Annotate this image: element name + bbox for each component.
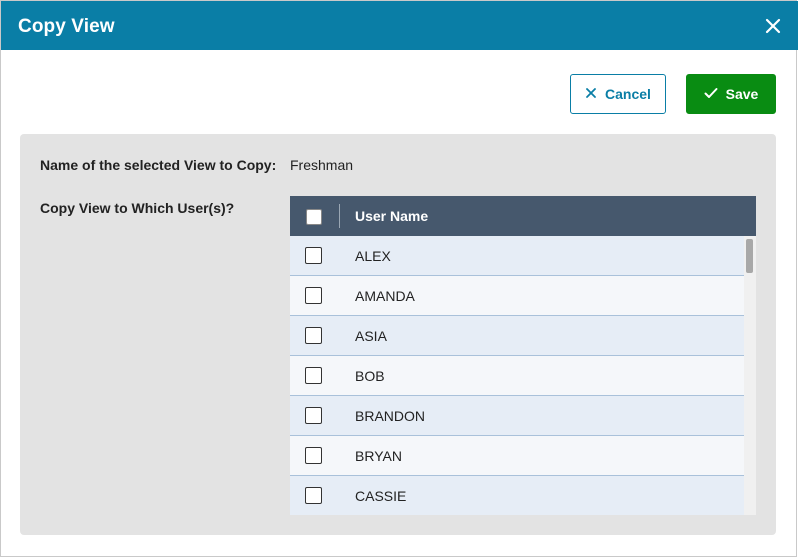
row-checkbox[interactable] [305, 367, 322, 384]
form-panel: Name of the selected View to Copy: Fresh… [20, 134, 776, 535]
select-all-checkbox[interactable] [306, 209, 322, 225]
copy-view-dialog: Copy View Cancel Save Name of the select… [0, 0, 798, 557]
table-row[interactable]: CASSIE [290, 476, 744, 515]
scrollbar-thumb[interactable] [746, 239, 753, 273]
x-icon [585, 86, 605, 102]
dialog-header: Copy View [1, 1, 798, 50]
dialog-title: Copy View [18, 16, 115, 37]
save-button[interactable]: Save [686, 74, 776, 114]
row-checkbox[interactable] [305, 487, 322, 504]
user-name-cell: ALEX [355, 248, 391, 264]
copy-to-users-label: Copy View to Which User(s)? [40, 200, 235, 216]
user-name-cell: BRYAN [355, 448, 402, 464]
table-row[interactable]: ASIA [290, 316, 744, 356]
grid-scrollbar[interactable] [744, 236, 756, 515]
table-row[interactable]: BRANDON [290, 396, 744, 436]
row-checkbox[interactable] [305, 447, 322, 464]
cancel-button[interactable]: Cancel [570, 74, 666, 114]
selected-view-label: Name of the selected View to Copy: [40, 157, 277, 173]
row-checkbox[interactable] [305, 327, 322, 344]
row-checkbox[interactable] [305, 407, 322, 424]
user-name-column-header[interactable]: User Name [355, 208, 428, 224]
selected-view-value: Freshman [290, 157, 354, 173]
user-name-cell: AMANDA [355, 288, 415, 304]
save-label: Save [725, 86, 759, 102]
checkmark-icon [704, 86, 726, 102]
table-row[interactable]: BRYAN [290, 436, 744, 476]
user-name-cell: CASSIE [355, 488, 407, 504]
row-checkbox[interactable] [305, 247, 322, 264]
table-row[interactable]: BOB [290, 356, 744, 396]
close-icon[interactable] [763, 16, 783, 36]
table-row[interactable]: ALEX [290, 236, 744, 276]
column-divider [339, 204, 340, 228]
user-name-cell: BOB [355, 368, 385, 384]
table-row[interactable]: AMANDA [290, 276, 744, 316]
user-name-cell: ASIA [355, 328, 387, 344]
grid-header: User Name [290, 196, 756, 236]
user-name-cell: BRANDON [355, 408, 426, 424]
row-checkbox[interactable] [305, 287, 322, 304]
cancel-label: Cancel [605, 86, 651, 102]
users-grid: User Name ALEX AMANDA ASIA BOB BRANDON B… [290, 196, 756, 515]
grid-rows: ALEX AMANDA ASIA BOB BRANDON BRYAN CASSI… [290, 236, 744, 515]
